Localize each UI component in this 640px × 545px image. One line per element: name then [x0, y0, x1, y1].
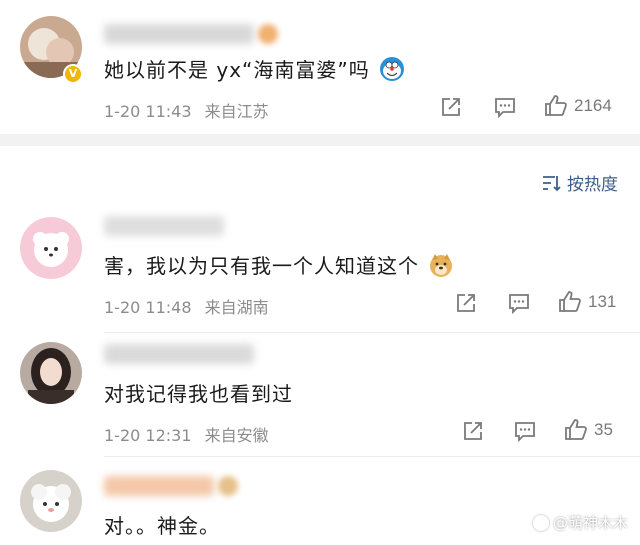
comment-icon: [515, 422, 535, 442]
comment-card: V 她以前不是 yx“海南富婆”吗 1-20 11:43 来自江苏 2164: [0, 0, 640, 134]
sort-icon: [543, 175, 561, 191]
comment-button[interactable]: [494, 96, 516, 118]
avatar[interactable]: [20, 470, 82, 532]
avatar[interactable]: [20, 342, 82, 404]
comment-separator: [104, 332, 640, 333]
like-count: 2164: [574, 96, 612, 115]
comment-button[interactable]: [514, 420, 536, 442]
avatar[interactable]: [20, 217, 82, 279]
sort-by-hot-button[interactable]: 按热度: [541, 170, 618, 195]
comment-time: 1-20 11:43: [104, 102, 192, 121]
comment-card: 对我记得我也看到过 1-20 12:31 来自安徽 35: [0, 334, 640, 454]
like-button[interactable]: 131: [558, 290, 616, 314]
comment-icon: [509, 294, 529, 314]
watermark-text: @萌神木木: [552, 514, 628, 532]
comment-meta: 1-20 11:43 来自江苏: [104, 98, 269, 122]
sort-label: 按热度: [567, 175, 618, 195]
share-button[interactable]: [462, 420, 484, 442]
username-blurred[interactable]: [104, 24, 254, 44]
comment-separator: [104, 456, 640, 457]
comment-meta: 1-20 11:48 来自湖南: [104, 294, 269, 318]
comment-card: 害，我以为只有我一个人知道这个 1-20 11:48 来自湖南 131: [0, 210, 640, 330]
comment-text: 对我记得我也看到过: [104, 382, 293, 406]
comment-location: 来自江苏: [204, 102, 269, 121]
comment-text: 害，我以为只有我一个人知道这个: [104, 250, 454, 279]
share-icon: [457, 294, 475, 312]
verified-badge-icon: V: [63, 64, 83, 84]
comment-time: 1-20 11:48: [104, 298, 192, 317]
thumbs-up-icon: [545, 95, 567, 116]
thumbs-up-icon: [559, 291, 581, 312]
like-button[interactable]: 2164: [544, 94, 612, 118]
comment-button[interactable]: [508, 292, 530, 314]
share-icon: [442, 98, 460, 116]
comment-meta: 1-20 12:31 来自安徽: [104, 422, 269, 446]
username-blurred[interactable]: [104, 216, 224, 236]
comment-icon: [495, 98, 515, 118]
like-count: 35: [594, 420, 613, 439]
like-count: 131: [588, 292, 617, 311]
like-button[interactable]: 35: [564, 418, 613, 442]
comment-time: 1-20 12:31: [104, 426, 192, 445]
username-emoji-blurred: [218, 476, 238, 496]
username-blurred[interactable]: [104, 344, 254, 364]
comment-location: 来自安徽: [204, 426, 269, 445]
thumbs-up-icon: [565, 419, 587, 440]
share-icon: [464, 422, 482, 440]
username-blurred[interactable]: [104, 476, 214, 496]
doge-emoji-icon: [430, 253, 453, 277]
watermark-logo-icon: [532, 514, 549, 531]
comment-location: 来自湖南: [204, 298, 269, 317]
comment-text: 她以前不是 yx“海南富婆”吗: [104, 54, 405, 83]
comment-text: 对。。神金。: [104, 514, 220, 538]
share-button[interactable]: [455, 292, 477, 314]
share-button[interactable]: [440, 96, 462, 118]
doraemon-emoji-icon: [380, 56, 405, 81]
username-emoji-blurred: [258, 24, 278, 44]
watermark: @萌神木木: [532, 512, 628, 533]
section-divider: [0, 134, 640, 146]
